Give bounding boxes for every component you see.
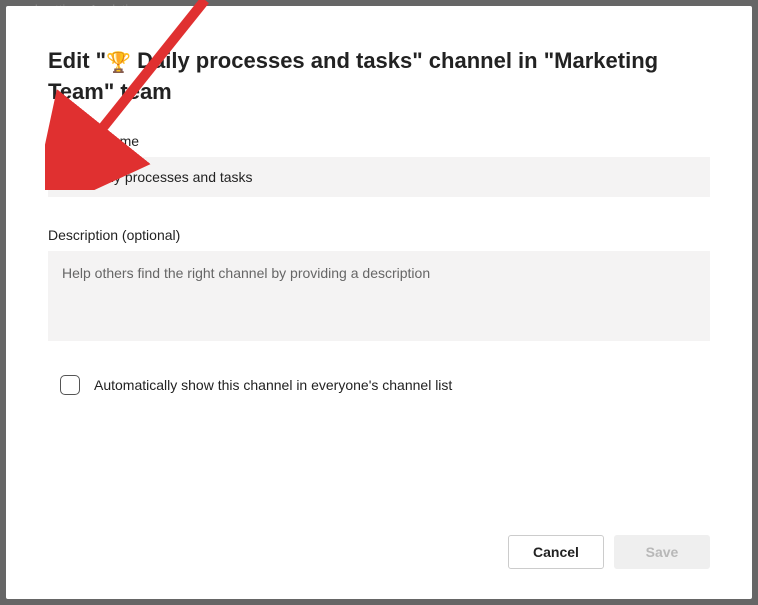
description-label: Description (optional)	[48, 227, 710, 243]
cancel-button[interactable]: Cancel	[508, 535, 604, 569]
channel-name-input[interactable]	[90, 169, 696, 185]
title-middle: " channel in "	[412, 48, 554, 73]
title-suffix: " team	[104, 79, 172, 104]
dialog-footer: Cancel Save	[48, 515, 710, 569]
edit-channel-dialog: Edit "🏆 Daily processes and tasks" chann…	[6, 6, 752, 599]
auto-show-checkbox[interactable]	[60, 375, 80, 395]
trophy-icon: 🏆	[62, 167, 82, 187]
channel-name-input-wrapper[interactable]: 🏆	[48, 157, 710, 197]
auto-show-label: Automatically show this channel in every…	[94, 377, 452, 393]
save-button: Save	[614, 535, 710, 569]
channel-name-label: Channel name	[48, 133, 710, 149]
auto-show-row: Automatically show this channel in every…	[48, 375, 710, 395]
title-prefix: Edit "	[48, 48, 106, 73]
trophy-icon: 🏆	[106, 52, 131, 74]
title-channel: Daily processes and tasks	[131, 48, 412, 73]
dialog-title: Edit "🏆 Daily processes and tasks" chann…	[48, 46, 710, 107]
description-input[interactable]	[48, 251, 710, 341]
